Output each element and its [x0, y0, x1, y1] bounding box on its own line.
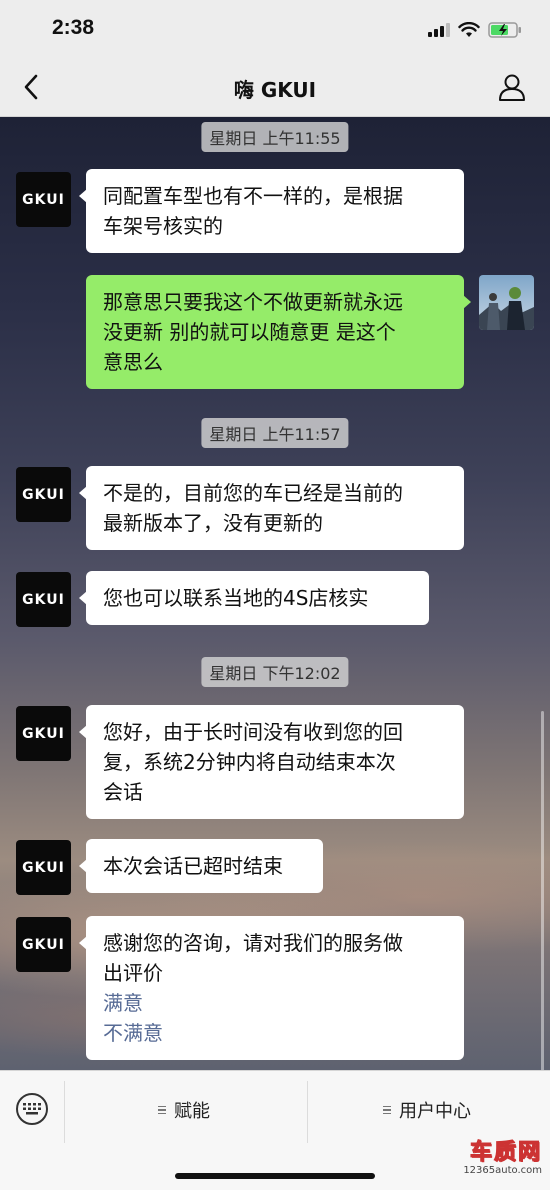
chat-area[interactable]: 星期日 上午11:55 GKUI 同配置车型也有不一样的，是根据 车架号核实的 … [0, 117, 550, 1070]
bot-avatar-label: GKUI [22, 486, 65, 503]
user-message-bubble[interactable]: 那意思只要我这个不做更新就永远 没更新 别的就可以随意更 是这个 意思么 [86, 275, 471, 389]
user-avatar[interactable] [479, 275, 534, 330]
menu-item-user-center[interactable]: 用户中心 [383, 1097, 471, 1123]
watermark-url: 12365auto.com [463, 1165, 542, 1176]
message-line: 复，系统2分钟内将自动结束本次 [103, 750, 396, 774]
bot-avatar-label: GKUI [22, 936, 65, 953]
user-profile-icon[interactable] [496, 71, 528, 103]
watermark: 车质网 12365auto.com [463, 1140, 542, 1176]
keyboard-toggle-button[interactable] [16, 1093, 48, 1125]
message-line: 会话 [103, 780, 143, 804]
bot-avatar[interactable]: GKUI [16, 840, 71, 895]
menu-divider [64, 1081, 65, 1143]
message-line: 出评价 [103, 961, 163, 985]
message-line: 那意思只要我这个不做更新就永远 [103, 290, 403, 314]
status-time: 2:38 [52, 16, 95, 39]
timestamp: 星期日 上午11:55 [201, 122, 349, 152]
bot-avatar[interactable]: GKUI [16, 467, 71, 522]
menu-item-label: 赋能 [174, 1101, 210, 1122]
message-line: 同配置车型也有不一样的，是根据 [103, 184, 403, 208]
timestamp: 星期日 下午12:02 [201, 657, 349, 687]
scroll-indicator [541, 711, 544, 1070]
status-icons [428, 19, 522, 41]
menu-list-icon [383, 1105, 391, 1115]
bot-avatar[interactable]: GKUI [16, 572, 71, 627]
message-line: 本次会话已超时结束 [103, 854, 283, 878]
battery-charging-icon [488, 22, 521, 38]
bot-message-bubble[interactable]: 同配置车型也有不一样的，是根据 车架号核实的 [79, 169, 464, 253]
bot-message-bubble[interactable]: 本次会话已超时结束 [79, 839, 323, 893]
message-line: 您也可以联系当地的4S店核实 [103, 586, 369, 610]
bot-message-bubble[interactable]: 不是的，目前您的车已经是当前的 最新版本了，没有更新的 [79, 466, 464, 550]
message-line: 没更新 别的就可以随意更 是这个 [103, 320, 396, 344]
menu-list-icon [158, 1105, 166, 1115]
cellular-signal-icon [428, 23, 450, 37]
menu-divider [307, 1081, 308, 1143]
top-bar: 2:38 嗨 GKUI [0, 0, 550, 117]
message-line: 您好，由于长时间没有收到您的回 [103, 720, 403, 744]
timestamp: 星期日 上午11:57 [201, 418, 349, 448]
bot-avatar-label: GKUI [22, 859, 65, 876]
message-line: 不是的，目前您的车已经是当前的 [103, 481, 403, 505]
bot-avatar-label: GKUI [22, 591, 65, 608]
chat-title: 嗨 GKUI [233, 78, 317, 102]
message-line: 车架号核实的 [103, 214, 223, 238]
bot-message-bubble[interactable]: 感谢您的咨询，请对我们的服务做 出评价 满意 不满意 [79, 916, 464, 1060]
bot-avatar-label: GKUI [22, 191, 65, 208]
menu-item-funeng[interactable]: 赋能 [158, 1097, 210, 1123]
bot-avatar[interactable]: GKUI [16, 706, 71, 761]
watermark-brand: 车质网 [469, 1140, 542, 1165]
message-line: 最新版本了，没有更新的 [103, 511, 323, 535]
home-indicator[interactable] [175, 1173, 375, 1179]
bot-message-bubble[interactable]: 您好，由于长时间没有收到您的回 复，系统2分钟内将自动结束本次 会话 [79, 705, 464, 819]
rating-satisfied-link[interactable]: 满意 [103, 988, 447, 1018]
bot-message-bubble[interactable]: 您也可以联系当地的4S店核实 [79, 571, 429, 625]
keyboard-icon [23, 1103, 41, 1115]
menu-item-label: 用户中心 [399, 1101, 471, 1122]
message-line: 意思么 [103, 350, 163, 374]
bot-avatar[interactable]: GKUI [16, 917, 71, 972]
bot-avatar-label: GKUI [22, 725, 65, 742]
rating-unsatisfied-link[interactable]: 不满意 [103, 1018, 447, 1048]
bot-avatar[interactable]: GKUI [16, 172, 71, 227]
wifi-icon [458, 22, 480, 37]
message-line: 感谢您的咨询，请对我们的服务做 [103, 931, 403, 955]
